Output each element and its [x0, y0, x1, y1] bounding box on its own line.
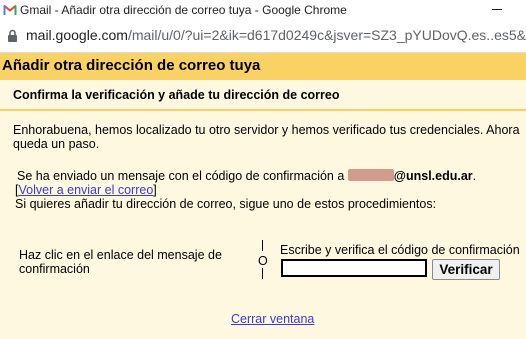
- resend-wrapper: [Volver a enviar el correo]: [15, 183, 157, 197]
- sent-prefix: Se ha enviado un mensaje con el código d…: [17, 169, 345, 183]
- or-separator-bottom: [262, 268, 263, 279]
- option-right-label: Escribe y verifica el código de confirma…: [280, 243, 520, 257]
- page-title: Añadir otra dirección de correo tuya: [2, 57, 261, 74]
- window-titlebar: Gmail - Añadir otra dirección de correo …: [0, 0, 526, 20]
- url-path: /mail/u/0/?ui=2&ik=d617d0249c&jsver=SZ3_…: [127, 27, 526, 43]
- resend-email-link[interactable]: Volver a enviar el correo: [18, 183, 153, 197]
- address-bar[interactable]: mail.google.com/mail/u/0/?ui=2&ik=d617d0…: [0, 20, 526, 53]
- option-left-line1: Haz clic en el enlace del mensaje de: [19, 248, 222, 262]
- instructions-text: Si quieres añadir tu dirección de correo…: [15, 197, 437, 211]
- sent-suffix: .: [472, 169, 477, 183]
- close-window-link[interactable]: Cerrar ventana: [231, 312, 314, 326]
- sent-email-domain: @unsl.edu.ar: [393, 169, 473, 183]
- minimize-button[interactable]: [492, 9, 502, 10]
- lock-icon[interactable]: [7, 29, 18, 43]
- gmail-icon: [3, 4, 17, 15]
- url-text[interactable]: mail.google.com/mail/u/0/?ui=2&ik=d617d0…: [26, 27, 526, 43]
- verify-button[interactable]: Verificar: [432, 259, 500, 280]
- section-header: Confirma la verificación y añade tu dire…: [0, 81, 526, 108]
- option-left-line2: confirmación: [19, 262, 90, 276]
- window-title: Gmail - Añadir otra dirección de correo …: [20, 3, 347, 17]
- redacted-email-user: [347, 169, 394, 181]
- confirmation-code-input[interactable]: [281, 259, 427, 277]
- or-label: O: [258, 254, 268, 268]
- page-header: Añadir otra dirección de correo tuya: [0, 53, 526, 80]
- intro-text-line1: Enhorabuena, hemos localizado tu otro se…: [13, 123, 520, 137]
- section-title: Confirma la verificación y añade tu dire…: [13, 88, 340, 102]
- header-divider: [0, 109, 526, 111]
- or-separator-top: [262, 240, 263, 251]
- url-host: mail.google.com: [26, 27, 128, 43]
- sent-message: Se ha enviado un mensaje con el código d…: [17, 169, 476, 183]
- intro-text-line2: queda un paso.: [13, 137, 100, 151]
